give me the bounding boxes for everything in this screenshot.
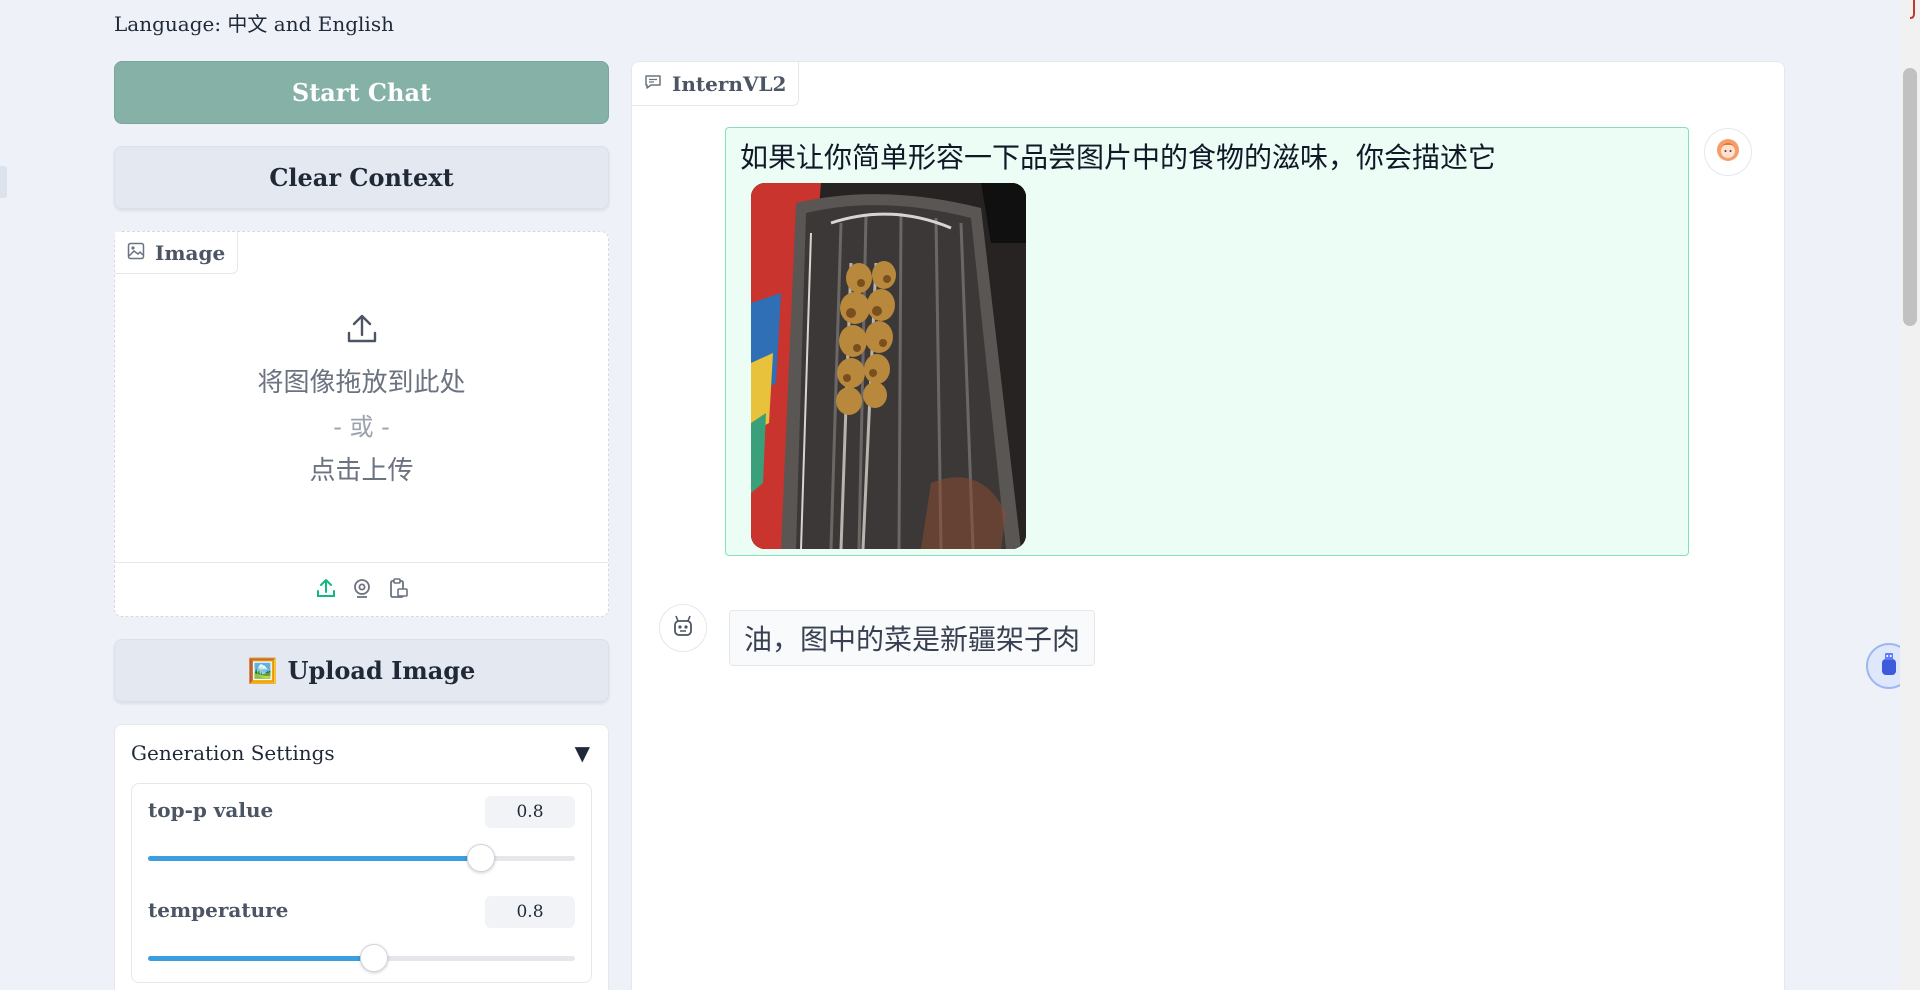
- clear-context-button[interactable]: Clear Context: [114, 146, 609, 209]
- bot-avatar: [659, 604, 707, 652]
- image-box-label-text: Image: [155, 240, 226, 265]
- upload-arrow-icon: [345, 312, 379, 350]
- bot-message-bubble: 油，图中的菜是新疆架子肉: [729, 610, 1096, 666]
- chat-panel: InternVL2 如果让你简单形容一下品尝图片中的食物的滋味，你会描述它 油，…: [631, 61, 1785, 990]
- webcam-icon: [351, 577, 373, 603]
- clipboard-icon: [387, 577, 409, 603]
- food-photo-skewers[interactable]: [751, 183, 1026, 549]
- bot-message-text: 油，图中的菜是新疆架子肉: [744, 623, 1081, 656]
- temperature-slider-block: temperature: [148, 884, 575, 984]
- user-avatar: [1704, 128, 1752, 176]
- top-p-label: top-p value: [148, 798, 274, 822]
- image-icon: [127, 241, 145, 265]
- picture-emoji-icon: 🖼️: [247, 656, 278, 685]
- user-message-text: 如果让你简单形容一下品尝图片中的食物的滋味，你会描述它: [740, 141, 1497, 174]
- page-scrollbar[interactable]: [1900, 0, 1920, 990]
- image-drop-zone[interactable]: 将图像拖放到此处 - 或 - 点击上传: [115, 312, 608, 487]
- upload-image-button[interactable]: 🖼️ Upload Image: [114, 639, 609, 702]
- user-message-bubble: 如果让你简单形容一下品尝图片中的食物的滋味，你会描述它: [725, 127, 1689, 556]
- language-line: Language: 中文 and English: [114, 12, 394, 36]
- side-drawer-handle[interactable]: [0, 166, 7, 198]
- upload-source-button[interactable]: [315, 577, 337, 603]
- top-p-slider[interactable]: [148, 844, 575, 872]
- chatbot-label-text: InternVL2: [672, 71, 787, 96]
- temperature-slider-fill: [148, 956, 375, 961]
- user-avatar-icon: [1714, 136, 1742, 168]
- upload-image-label: Upload Image: [287, 656, 476, 685]
- start-chat-button[interactable]: Start Chat: [114, 61, 609, 124]
- temperature-value-input[interactable]: [485, 896, 575, 928]
- generation-settings-panel: Generation Settings ▼ top-p value temper…: [114, 724, 609, 990]
- page-scrollbar-thumb[interactable]: [1903, 68, 1917, 326]
- top-p-slider-thumb[interactable]: [467, 844, 496, 872]
- drop-or-separator: - 或 -: [333, 413, 390, 441]
- top-p-value-input[interactable]: [485, 796, 575, 828]
- image-source-bar: [115, 562, 608, 616]
- image-upload-box: Image 将图像拖放到此处 - 或 - 点击上传: [114, 231, 609, 617]
- top-p-slider-fill: [148, 856, 482, 861]
- temperature-slider[interactable]: [148, 944, 575, 972]
- generation-settings-title: Generation Settings: [131, 741, 335, 765]
- temperature-label: temperature: [148, 898, 289, 922]
- temperature-slider-thumb[interactable]: [360, 944, 389, 972]
- robot-icon: [669, 612, 697, 644]
- image-box-label: Image: [115, 232, 239, 274]
- clipboard-source-button[interactable]: [387, 577, 409, 603]
- upload-icon: [315, 577, 337, 603]
- left-panel: Start Chat Clear Context Image 将图像拖放到此处 …: [114, 61, 609, 990]
- click-upload-text: 点击上传: [309, 456, 414, 486]
- chatbot-label: InternVL2: [632, 62, 800, 106]
- corner-indicator-icon: [1906, 0, 1916, 20]
- generation-settings-header[interactable]: Generation Settings ▼: [115, 725, 608, 781]
- top-p-slider-block: top-p value: [148, 784, 575, 884]
- drop-instruction: 将图像拖放到此处: [257, 368, 466, 398]
- generation-settings-body: top-p value temperature: [131, 783, 592, 983]
- chat-bubble-icon: [644, 72, 662, 96]
- collapse-toggle-icon[interactable]: ▼: [575, 741, 590, 765]
- webcam-source-button[interactable]: [351, 577, 373, 603]
- usb-drive-icon: [1878, 651, 1900, 681]
